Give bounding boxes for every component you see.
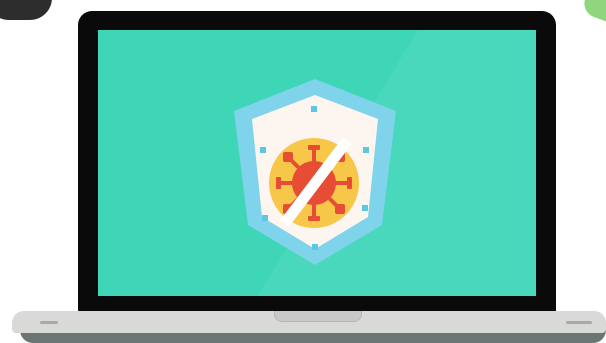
corner-decoration-right <box>580 0 606 23</box>
base-slot-left <box>40 321 58 324</box>
trackpad-notch <box>274 311 362 322</box>
shield-dot <box>260 147 266 153</box>
shield-dot <box>362 205 368 211</box>
shield-dot <box>262 215 268 221</box>
shield-icon <box>234 79 396 265</box>
shield-dot <box>363 147 369 153</box>
base-slot-right <box>566 321 592 324</box>
shield-dot <box>312 244 318 250</box>
laptop-lid <box>78 11 556 312</box>
shield-dot <box>311 106 317 112</box>
laptop-screen <box>98 30 536 296</box>
corner-decoration-left <box>0 0 52 20</box>
